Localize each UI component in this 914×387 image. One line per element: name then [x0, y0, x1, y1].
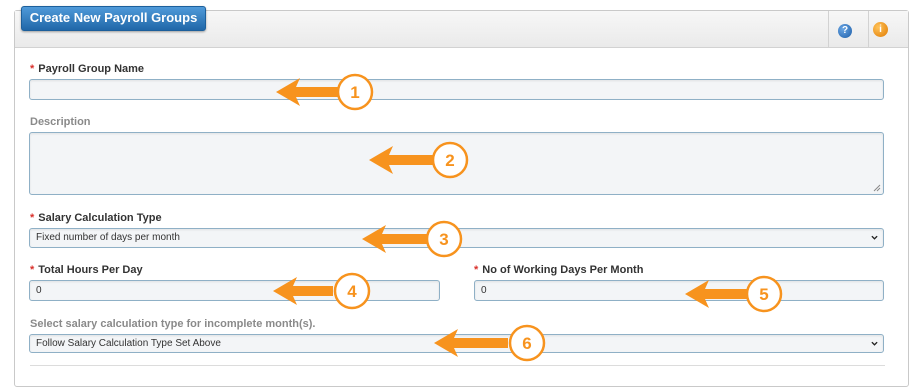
resize-handle-icon[interactable] — [873, 184, 881, 192]
payroll-group-name-input[interactable] — [29, 79, 884, 100]
chevron-down-icon — [871, 341, 878, 346]
annotation-number-3: 3 — [439, 230, 448, 249]
annotation-marker-2: 2 — [369, 141, 469, 179]
divider — [30, 365, 885, 366]
required-star: * — [30, 63, 35, 75]
annotation-marker-3: 3 — [362, 220, 463, 258]
required-star: * — [474, 264, 479, 276]
annotation-marker-6: 6 — [434, 324, 546, 362]
salary-calculation-type-label-text: Salary Calculation Type — [38, 212, 162, 224]
payroll-group-name-label: * Payroll Group Name — [30, 63, 144, 76]
salary-calculation-type-value: Fixed number of days per month — [36, 232, 180, 243]
panel-title-button: Create New Payroll Groups — [21, 6, 206, 31]
description-label: Description — [30, 116, 91, 128]
working-days-value: 0 — [481, 285, 487, 296]
required-star: * — [30, 264, 35, 276]
annotation-number-1: 1 — [350, 83, 359, 102]
working-days-label-text: No of Working Days Per Month — [482, 264, 644, 276]
working-days-label: * No of Working Days Per Month — [474, 264, 643, 277]
incomplete-month-value: Follow Salary Calculation Type Set Above — [36, 338, 221, 349]
help-icon[interactable]: ? — [838, 24, 852, 38]
annotation-marker-1: 1 — [276, 73, 374, 111]
info-icon[interactable]: i — [873, 22, 888, 37]
working-days-input[interactable]: 0 — [474, 280, 884, 301]
incomplete-month-label: Select salary calculation type for incom… — [30, 318, 316, 330]
salary-calculation-type-label: * Salary Calculation Type — [30, 212, 162, 225]
total-hours-value: 0 — [36, 285, 42, 296]
annotation-number-2: 2 — [445, 151, 454, 170]
annotation-marker-4: 4 — [273, 272, 371, 310]
annotation-number-6: 6 — [522, 334, 531, 353]
annotation-number-4: 4 — [347, 282, 357, 301]
tools-separator — [868, 11, 869, 47]
annotation-marker-5: 5 — [685, 275, 783, 313]
total-hours-input[interactable]: 0 — [29, 280, 440, 301]
payroll-group-name-label-text: Payroll Group Name — [38, 63, 145, 75]
total-hours-label: * Total Hours Per Day — [30, 264, 143, 277]
chevron-down-icon — [871, 235, 878, 240]
required-star: * — [30, 212, 35, 224]
annotation-number-5: 5 — [759, 285, 768, 304]
total-hours-label-text: Total Hours Per Day — [38, 264, 143, 276]
